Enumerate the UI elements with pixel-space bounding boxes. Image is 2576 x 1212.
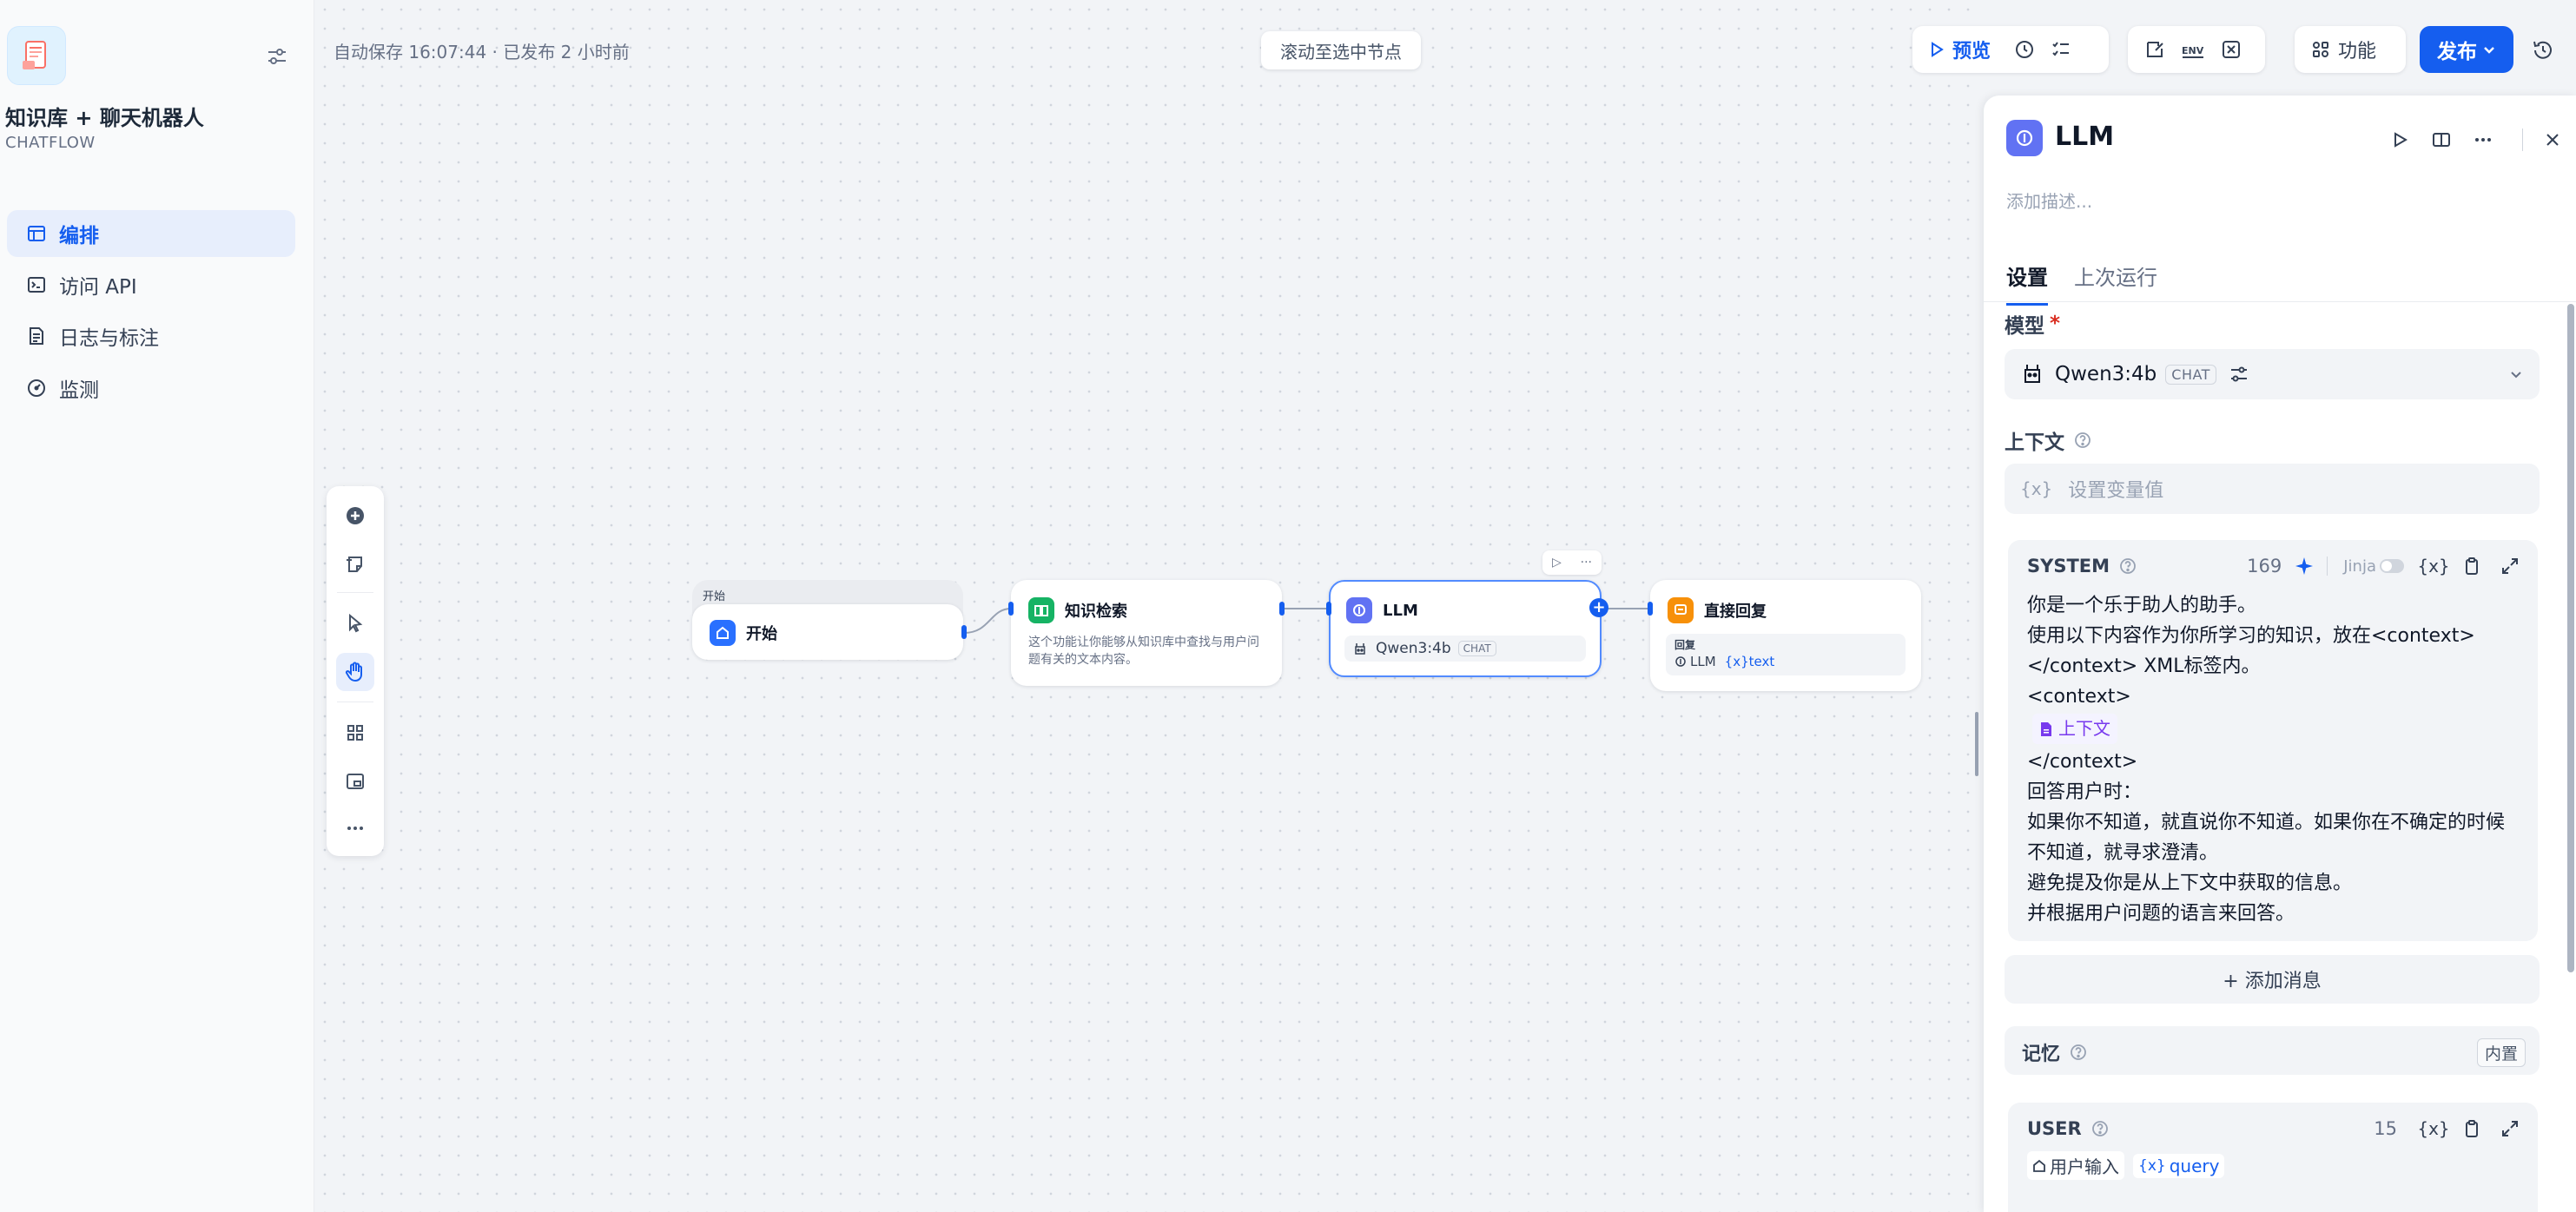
insert-variable-icon[interactable]: {x} — [2417, 1115, 2449, 1143]
model-chip: Qwen3:4b CHAT — [1344, 636, 1586, 662]
user-label: USER — [2027, 1118, 2082, 1139]
file-icon — [2041, 721, 2051, 736]
llm-icon — [1346, 597, 1372, 623]
panel-resize-handle[interactable] — [1975, 712, 1978, 776]
add-next-node-button[interactable]: + — [1589, 598, 1608, 617]
prompt-line: </context> — [2027, 750, 2138, 773]
prompt-line: 并根据用户问题的语言来回答。 — [2027, 902, 2295, 925]
home-icon — [2033, 1159, 2045, 1172]
header-divider — [2522, 128, 2523, 151]
llama-icon — [2024, 365, 2040, 383]
system-prompt-text[interactable]: 你是一个乐于助人的助手。 使用以下内容作为你所学习的知识，放在<context>… — [2027, 590, 2513, 929]
llm-node[interactable]: LLM Qwen3:4b CHAT — [1329, 580, 1602, 677]
clipboard-icon[interactable] — [2458, 552, 2486, 580]
llm-icon — [1675, 656, 1686, 667]
prompt-line: <context> — [2027, 686, 2131, 708]
sparkle-icon[interactable] — [2294, 556, 2315, 576]
memory-label: 记忆 — [2022, 1044, 2061, 1065]
book-icon — [1028, 597, 1054, 623]
context-variable-input[interactable]: {x} 设置变量值 — [2005, 464, 2540, 514]
book-open-icon — [2433, 133, 2450, 147]
user-input-variable-chip[interactable]: 用户输入 — [2027, 1151, 2124, 1180]
memory-builtin-badge: 内置 — [2476, 1038, 2526, 1067]
panel-title: LLM — [2055, 122, 2115, 152]
query-variable-chip[interactable]: {x} query — [2133, 1153, 2225, 1178]
help-doc-button[interactable] — [2427, 125, 2456, 155]
answer-node[interactable]: 直接回复 回复 LLM {x}text — [1650, 580, 1921, 691]
expand-icon[interactable] — [2496, 552, 2524, 580]
node-settings-panel: LLM 添加描述... 设置 上次运行 模型 * Qwen3:4b CHAT 上下… — [1984, 96, 2576, 1212]
prompt-line: 避免提及你是从上下文中获取的信息。 — [2027, 872, 2353, 894]
node-title: LLM — [1383, 601, 1418, 620]
model-selector[interactable]: Qwen3:4b CHAT — [2005, 349, 2540, 399]
run-node-button[interactable] — [2385, 125, 2414, 155]
token-count: 169 — [2247, 556, 2282, 576]
add-message-button[interactable]: + 添加消息 — [2005, 955, 2540, 1004]
panel-tabs: 设置 上次运行 — [1984, 248, 2576, 306]
start-node[interactable]: 开始 — [692, 604, 963, 660]
clipboard-icon[interactable] — [2458, 1115, 2486, 1143]
model-label: 模型 * — [2005, 313, 2061, 338]
knowledge-input-handle[interactable] — [1008, 602, 1014, 616]
close-icon — [2546, 134, 2559, 146]
reply-box: 回复 LLM {x}text — [1666, 634, 1906, 675]
llm-icon — [2006, 120, 2043, 156]
chevron-down-icon — [2508, 366, 2524, 382]
tab-last-run[interactable]: 上次运行 — [2074, 260, 2157, 303]
edge-start-knowledge — [963, 608, 1012, 634]
description-input[interactable]: 添加描述... — [2006, 188, 2092, 213]
node-description: 这个功能让你能够从知识库中查找与用户问题有关的文本内容。 — [1028, 636, 1259, 667]
prompt-line: 回答用户时： — [2027, 781, 2143, 803]
close-panel-button[interactable] — [2538, 125, 2567, 155]
knowledge-retrieval-node[interactable]: 知识检索 这个功能让你能够从知识库中查找与用户问题有关的文本内容。 — [1011, 580, 1282, 686]
more-icon[interactable]: ··· — [1581, 556, 1592, 570]
help-icon[interactable] — [2091, 1119, 2110, 1138]
llm-node-actions: ▷ ··· — [1542, 550, 1602, 575]
context-variable-chip[interactable]: 上下文 — [2032, 714, 2117, 744]
memory-row[interactable]: 记忆 内置 — [2005, 1026, 2540, 1075]
expand-icon[interactable] — [2496, 1115, 2524, 1143]
node-title: 开始 — [746, 625, 777, 643]
insert-variable-icon[interactable]: {x} — [2417, 552, 2449, 580]
help-icon[interactable] — [2069, 1043, 2088, 1062]
system-label: SYSTEM — [2027, 556, 2110, 576]
tab-settings[interactable]: 设置 — [2006, 260, 2048, 306]
more-icon — [2475, 138, 2491, 142]
help-icon[interactable] — [2073, 431, 2092, 450]
token-count: 15 — [2374, 1118, 2397, 1139]
home-icon — [710, 620, 736, 646]
prompt-line: 如果你不知道，就直说你不知道。如果你在不确定的时候不知道，就寻求澄清。 — [2027, 811, 2506, 864]
user-prompt-editor[interactable]: USER 15 {x} 用户输入 {x} query — [2008, 1103, 2538, 1212]
knowledge-output-handle[interactable] — [1279, 602, 1285, 616]
jinja-toggle[interactable]: Jinja — [2343, 557, 2404, 576]
reply-icon — [1668, 597, 1694, 623]
system-prompt-editor[interactable]: SYSTEM 169 Jinja {x} 你是一个乐于助人的助手。 使用以下内容… — [2008, 540, 2538, 941]
model-params-icon[interactable] — [2229, 364, 2249, 385]
panel-scrollbar[interactable] — [2567, 304, 2574, 972]
node-title: 知识检索 — [1065, 603, 1127, 621]
more-options-button[interactable] — [2468, 125, 2498, 155]
context-label: 上下文 — [2005, 425, 2092, 455]
variable-icon: {x} — [2020, 478, 2053, 499]
node-title: 直接回复 — [1704, 603, 1767, 621]
prompt-line: 你是一个乐于助人的助手。 — [2027, 595, 2257, 616]
llm-input-handle[interactable] — [1326, 602, 1331, 616]
prompt-line: 使用以下内容作为你所学习的知识，放在<context></context> XM… — [2027, 625, 2475, 677]
play-icon — [2394, 132, 2408, 148]
start-output-handle[interactable] — [961, 625, 967, 639]
answer-input-handle[interactable] — [1648, 602, 1653, 616]
help-icon[interactable] — [2118, 557, 2137, 576]
llama-icon — [1355, 643, 1365, 655]
run-node-icon[interactable]: ▷ — [1552, 556, 1562, 570]
